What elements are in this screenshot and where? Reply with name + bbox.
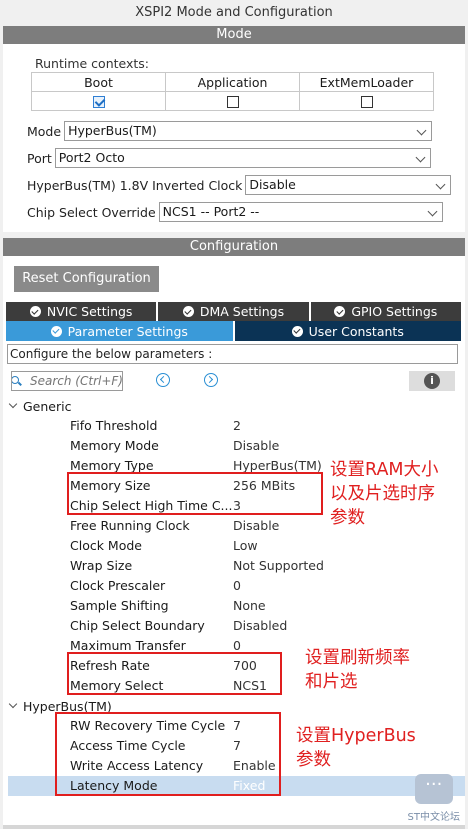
context-boot-header: Boot [31, 72, 166, 92]
extmemloader-checkbox[interactable] [360, 96, 373, 108]
check-circle-icon [29, 306, 41, 317]
mode-select[interactable]: HyperBus(TM) [64, 121, 433, 141]
tab-nvic-settings[interactable]: NVIC Settings [6, 302, 159, 321]
next-match-icon[interactable] [204, 373, 218, 387]
mode-section-header: Mode [3, 26, 465, 44]
tab-gpio-settings[interactable]: GPIO Settings [310, 302, 461, 321]
watermark: ST中文论坛 [408, 774, 460, 823]
context-application-header: Application [165, 72, 300, 92]
check-circle-icon [50, 325, 62, 337]
chevron-down-icon [427, 206, 438, 217]
mode-field-row: Mode HyperBus(TM) [27, 120, 433, 142]
search-box [11, 371, 123, 391]
tab-dma-settings[interactable]: DMA Settings [158, 302, 311, 321]
param-row[interactable]: Wrap Size Not Supported [3, 556, 465, 576]
window-title: XSPI2 Mode and Configuration [135, 5, 333, 20]
param-row[interactable]: Chip Select Boundary Disabled [3, 616, 465, 636]
param-row[interactable]: Memory Mode Disable [3, 436, 465, 456]
param-row[interactable]: Clock Prescaler 0 [3, 576, 465, 596]
chevron-down-icon [415, 152, 426, 163]
chevron-down-icon [8, 399, 18, 409]
chevron-down-icon [8, 699, 18, 709]
port-field-row: Port Port2 Octo [27, 147, 431, 169]
param-row[interactable]: Fifo Threshold 2 [3, 416, 465, 436]
inverted-clock-select[interactable]: Disable [245, 175, 452, 195]
chevron-down-icon [416, 125, 427, 136]
port-select[interactable]: Port2 Octo [54, 148, 431, 168]
configuration-section-header: Configuration [3, 238, 465, 256]
info-icon: i [424, 373, 440, 389]
application-checkbox[interactable] [226, 96, 239, 108]
mode-label: Mode [27, 123, 62, 139]
tab-user-constants[interactable]: User Constants [234, 321, 461, 341]
annotation-text-ram-size: 设置RAM大小 以及片选时序 参数 [330, 460, 439, 528]
param-row[interactable]: Sample Shifting None [3, 596, 465, 616]
check-circle-icon [291, 325, 303, 337]
mode-panel: Runtime contexts: Boot Application ExtMe… [3, 44, 465, 232]
info-button[interactable]: i [409, 371, 455, 391]
group-generic[interactable]: Generic [3, 396, 465, 416]
check-circle-icon [334, 306, 346, 317]
runtime-contexts-table: Boot Application ExtMemLoader [31, 72, 434, 111]
boot-checkbox[interactable] [92, 96, 105, 108]
check-circle-icon [182, 306, 194, 317]
chevron-down-icon [435, 179, 446, 190]
annotation-box-hyperbus [55, 712, 281, 796]
tab-parameter-settings[interactable]: Parameter Settings [6, 321, 235, 341]
search-toolbar: i [7, 371, 455, 391]
runtime-contexts-label: Runtime contexts: [35, 56, 150, 71]
inverted-clock-label: HyperBus(TM) 1.8V Inverted Clock [27, 177, 243, 193]
annotation-text-hyperbus: 设置HyperBus 参数 [296, 726, 416, 770]
chip-select-override-field-row: Chip Select Override NCS1 -- Port2 -- [27, 201, 443, 223]
annotation-box-ram-size [67, 472, 323, 515]
annotation-box-refresh [67, 652, 282, 695]
annotation-text-refresh: 设置刷新频率 和片选 [305, 648, 410, 692]
param-row[interactable]: Clock Mode Low [3, 536, 465, 556]
reset-configuration-button[interactable]: Reset Configuration [14, 266, 159, 292]
previous-match-icon[interactable] [156, 373, 170, 387]
context-extmemloader-header: ExtMemLoader [299, 72, 434, 92]
search-input[interactable] [12, 372, 122, 390]
chip-select-override-label: Chip Select Override [27, 204, 156, 220]
chat-bubble-icon [414, 774, 453, 804]
scrollbar-track[interactable] [3, 825, 465, 829]
chip-select-override-select[interactable]: NCS1 -- Port2 -- [158, 202, 443, 222]
configure-hint: Configure the below parameters : [7, 344, 458, 364]
inverted-clock-field-row: HyperBus(TM) 1.8V Inverted Clock Disable [27, 174, 452, 196]
port-label: Port [27, 150, 52, 166]
settings-tabs: NVIC Settings DMA Settings GPIO Settings… [6, 302, 461, 341]
